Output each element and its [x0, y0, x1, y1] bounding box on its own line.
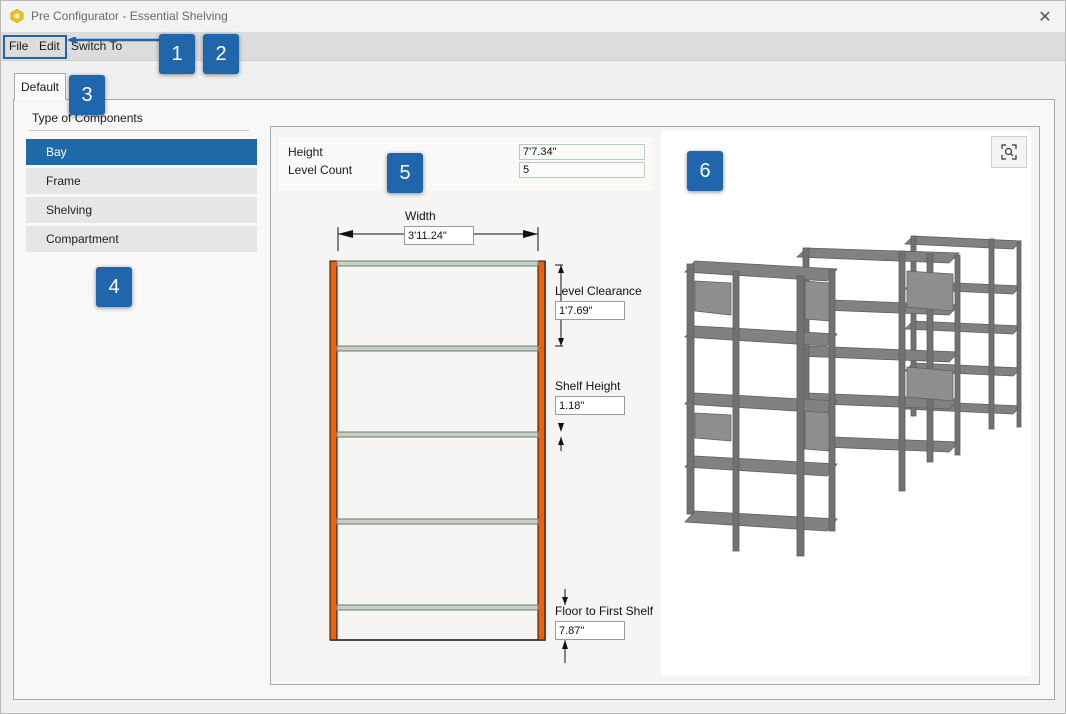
hex-logo-icon: [10, 9, 24, 23]
width-label: Width: [405, 209, 436, 223]
bay-outline: [330, 261, 546, 641]
component-item-frame[interactable]: Frame: [26, 168, 257, 194]
callout-badge-5: 5: [387, 153, 423, 193]
callout-badge-4: 4: [96, 267, 132, 307]
component-item-compartment[interactable]: Compartment: [26, 226, 257, 252]
shelf: [336, 431, 539, 438]
level-clearance-field[interactable]: [555, 301, 625, 320]
shelving-3d-render: [684, 235, 1022, 557]
shelf: [336, 345, 539, 352]
level-count-field[interactable]: [519, 162, 645, 178]
shelf-height-label: Shelf Height: [555, 379, 621, 393]
callout-arrow: [67, 37, 161, 44]
width-field[interactable]: [404, 226, 474, 245]
component-item-bay[interactable]: Bay: [26, 139, 257, 165]
close-button[interactable]: ✕: [1025, 1, 1065, 32]
bay-diagram: [329, 227, 568, 663]
components-divider: [29, 130, 249, 131]
level-count-label: Level Count: [288, 163, 353, 177]
component-item-shelving[interactable]: Shelving: [26, 197, 257, 223]
callout-badge-2: 2: [203, 34, 239, 74]
left-upright: [329, 260, 338, 641]
shelf: [336, 604, 539, 611]
height-label: Height: [288, 145, 323, 159]
shelving-unit-front: [684, 260, 838, 557]
callout-badge-6: 6: [687, 151, 723, 191]
level-clearance-label: Level Clearance: [555, 284, 642, 298]
callout-badge-1: 1: [159, 34, 195, 74]
shelf: [336, 518, 539, 525]
shelf-height-field[interactable]: [555, 396, 625, 415]
zoom-fit-button[interactable]: [991, 136, 1027, 168]
tab-default[interactable]: Default: [14, 73, 66, 100]
zoom-fit-icon: [1001, 144, 1017, 160]
floor-first-shelf-field[interactable]: [555, 621, 625, 640]
3d-viewport[interactable]: [661, 131, 1031, 676]
title-bar: Pre Configurator - Essential Shelving ✕: [1, 1, 1065, 32]
shelf-height-marker: [558, 423, 564, 451]
height-field[interactable]: [519, 144, 645, 160]
floor-first-shelf-label: Floor to First Shelf: [555, 604, 654, 618]
window-title: Pre Configurator - Essential Shelving: [31, 9, 228, 23]
app-window: Pre Configurator - Essential Shelving ✕ …: [0, 0, 1066, 714]
menu-highlight-box: [3, 35, 67, 59]
close-icon: ✕: [1038, 8, 1052, 26]
callout-badge-3: 3: [69, 75, 105, 115]
right-upright: [537, 260, 546, 641]
shelf: [336, 260, 539, 267]
